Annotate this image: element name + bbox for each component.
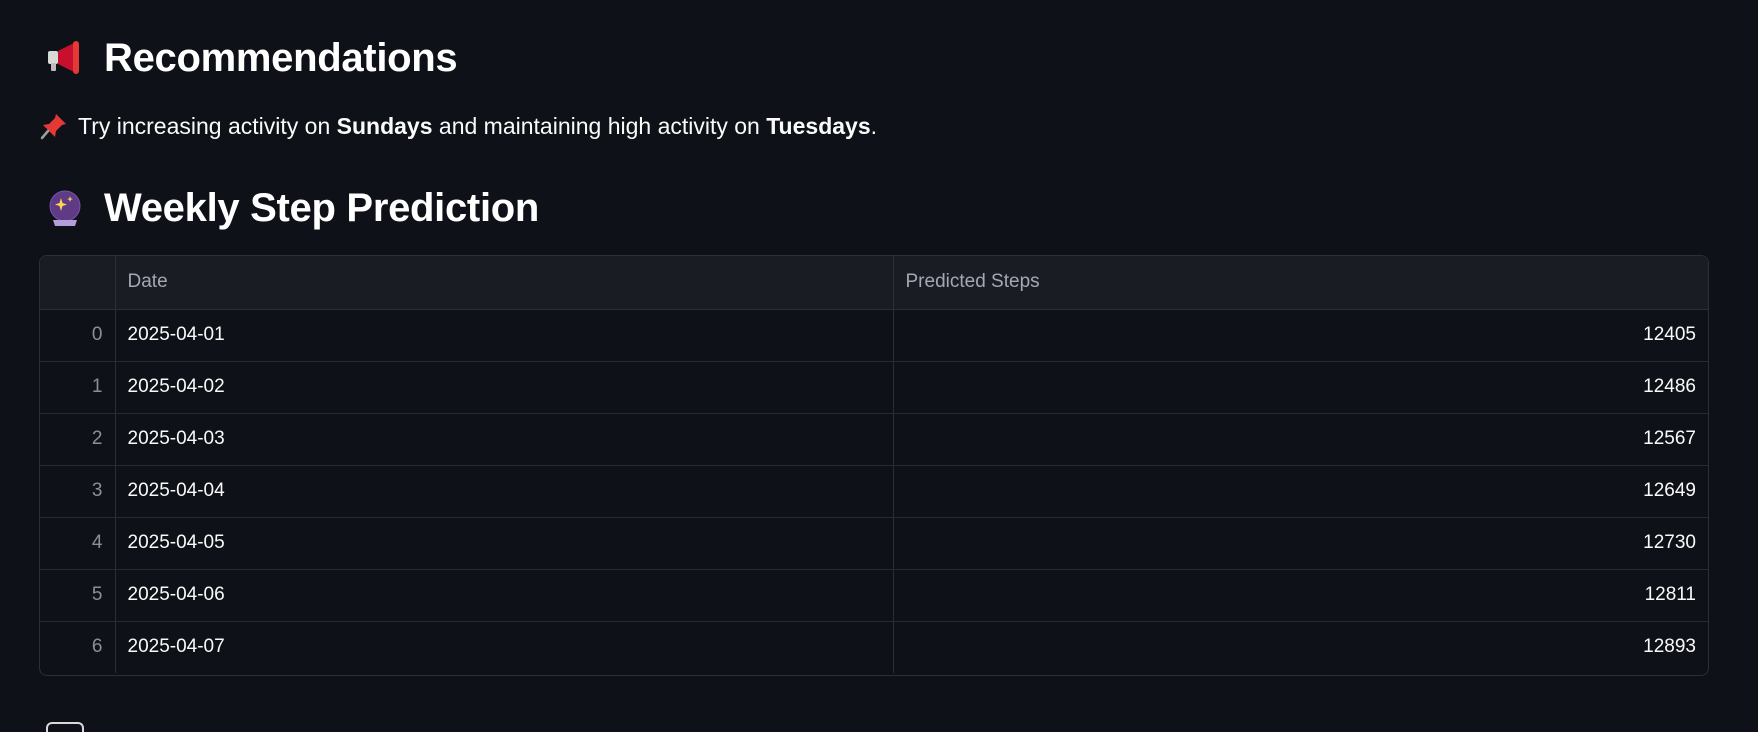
row-index: 0 <box>40 309 116 362</box>
app-page: Recommendations Try increasing activity … <box>0 0 1758 732</box>
date-cell[interactable]: 2025-04-06 <box>115 569 894 622</box>
steps-cell[interactable]: 12893 <box>893 621 1708 673</box>
steps-cell[interactable]: 12811 <box>893 569 1708 622</box>
table-header-row: Date Predicted Steps <box>40 256 1708 310</box>
recommendation-text-middle: and maintaining high activity on <box>432 112 767 139</box>
table-row: 0 2025-04-01 12405 <box>40 309 1708 362</box>
date-cell[interactable]: 2025-04-02 <box>115 361 894 414</box>
row-index: 4 <box>40 517 116 570</box>
prediction-table[interactable]: Date Predicted Steps 0 2025-04-01 12405 … <box>39 255 1709 676</box>
table-row: 4 2025-04-05 12730 <box>40 517 1708 570</box>
crystal-ball-icon <box>44 187 86 229</box>
row-index: 5 <box>40 569 116 622</box>
table-row: 1 2025-04-02 12486 <box>40 361 1708 414</box>
recommendation-text: Try increasing activity on Sundays and m… <box>40 108 877 144</box>
row-index: 1 <box>40 361 116 414</box>
table-row: 2 2025-04-03 12567 <box>40 413 1708 466</box>
steps-cell[interactable]: 12649 <box>893 465 1708 518</box>
steps-cell[interactable]: 12730 <box>893 517 1708 570</box>
index-column-header[interactable] <box>40 256 116 310</box>
megaphone-icon <box>44 37 86 79</box>
prediction-dataframe: Date Predicted Steps 0 2025-04-01 12405 … <box>40 256 1708 673</box>
recommendation-text-after: . <box>870 112 878 139</box>
date-cell[interactable]: 2025-04-05 <box>115 517 894 570</box>
next-section-icon <box>46 722 84 732</box>
recommendation-text-before: Try increasing activity on <box>78 112 337 139</box>
steps-cell[interactable]: 12405 <box>893 309 1708 362</box>
table-row: 3 2025-04-04 12649 <box>40 465 1708 518</box>
date-cell[interactable]: 2025-04-07 <box>115 621 894 673</box>
prediction-heading: Weekly Step Prediction <box>44 178 539 238</box>
table-row: 5 2025-04-06 12811 <box>40 569 1708 622</box>
recommendation-day-2: Tuesdays <box>766 112 871 139</box>
predicted-steps-column-header[interactable]: Predicted Steps <box>893 256 1708 310</box>
date-cell[interactable]: 2025-04-03 <box>115 413 894 466</box>
row-index: 3 <box>40 465 116 518</box>
recommendations-title: Recommendations <box>104 35 458 80</box>
steps-cell[interactable]: 12567 <box>893 413 1708 466</box>
date-cell[interactable]: 2025-04-01 <box>115 309 894 362</box>
pushpin-icon <box>40 112 68 140</box>
row-index: 6 <box>40 621 116 673</box>
recommendations-heading: Recommendations <box>44 28 458 88</box>
prediction-title: Weekly Step Prediction <box>104 185 540 230</box>
table-row: 6 2025-04-07 12893 <box>40 621 1708 673</box>
recommendation-day-1: Sundays <box>336 112 433 139</box>
row-index: 2 <box>40 413 116 466</box>
date-column-header[interactable]: Date <box>115 256 894 310</box>
steps-cell[interactable]: 12486 <box>893 361 1708 414</box>
date-cell[interactable]: 2025-04-04 <box>115 465 894 518</box>
